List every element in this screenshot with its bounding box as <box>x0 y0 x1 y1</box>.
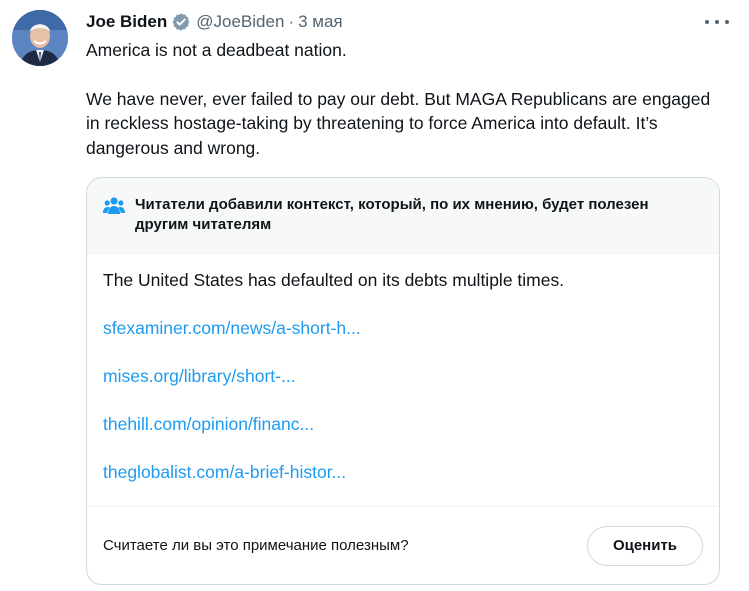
author-handle[interactable]: @JoeBiden <box>196 12 284 32</box>
avatar[interactable] <box>12 10 68 66</box>
tweet-date[interactable]: 3 мая <box>298 12 343 32</box>
source-link[interactable]: sfexaminer.com/news/a-short-h... <box>103 316 703 340</box>
helpful-question: Считаете ли вы это примечание полезным? <box>103 537 409 554</box>
author-name[interactable]: Joe Biden <box>86 12 167 32</box>
source-link[interactable]: thehill.com/opinion/financ... <box>103 412 703 436</box>
people-icon <box>103 196 125 216</box>
rate-button[interactable]: Оценить <box>587 525 703 566</box>
separator-dot: · <box>288 12 295 31</box>
community-note-body: The United States has defaulted on its d… <box>87 254 719 484</box>
source-link[interactable]: mises.org/library/short-... <box>103 364 703 388</box>
tweet-header: Joe Biden @JoeBiden · 3 мая <box>86 10 343 34</box>
community-note-footer: Считаете ли вы это примечание полезным? … <box>87 506 719 584</box>
community-note-header: Читатели добавили контекст, который, по … <box>87 178 719 254</box>
community-note-title: Читатели добавили контекст, который, по … <box>135 196 649 233</box>
community-note-text: The United States has defaulted on its d… <box>103 270 565 290</box>
verified-badge-icon <box>171 12 191 32</box>
tweet-text: America is not a deadbeat nation. We hav… <box>86 38 726 160</box>
source-link[interactable]: theglobalist.com/a-brief-histor... <box>103 460 703 484</box>
more-options-icon[interactable] <box>705 12 729 32</box>
tweet: Joe Biden @JoeBiden · 3 мая America is n… <box>0 0 749 591</box>
tweet-text-line1: America is not a deadbeat nation. <box>86 40 347 60</box>
tweet-text-line2: We have never, ever failed to pay our de… <box>86 88 711 158</box>
community-note: Читатели добавили контекст, который, по … <box>86 177 720 585</box>
